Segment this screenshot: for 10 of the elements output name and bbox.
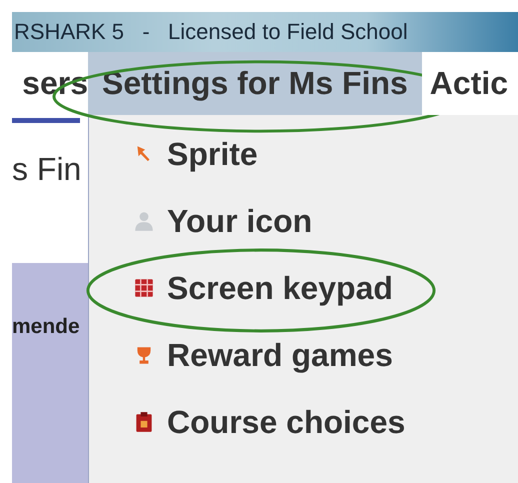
menu-item[interactable]: Sprite [119, 135, 258, 173]
menu-item[interactable]: Reward games [119, 336, 393, 374]
keypad-icon [133, 277, 155, 299]
menu-tab[interactable]: Settings for Ms Fins [88, 52, 422, 115]
menu-item[interactable]: Your icon [119, 202, 312, 240]
menu-item[interactable]: Course choices [119, 403, 406, 441]
panel-label: mende [12, 315, 80, 338]
window-title: RSHARK 5 - Licensed to Field School [14, 19, 408, 45]
panel-name: s Fin [12, 150, 82, 189]
person-icon [133, 210, 155, 232]
